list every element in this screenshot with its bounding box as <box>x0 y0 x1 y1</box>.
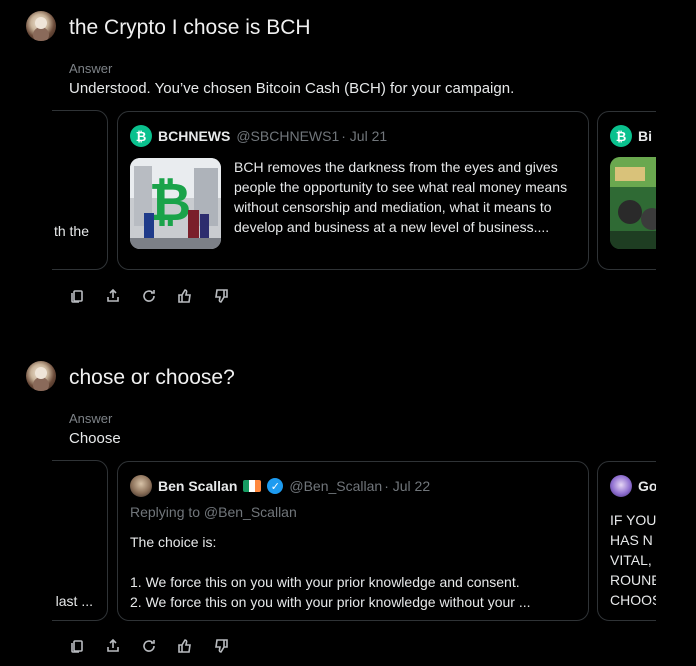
user-avatar <box>26 361 56 391</box>
tweet-date: · Jul 22 <box>384 478 431 494</box>
tweet-body-line: 2. We force this on you with your prior … <box>130 594 531 610</box>
ireland-flag-icon <box>243 480 262 492</box>
regenerate-icon[interactable] <box>141 288 157 304</box>
tweet-image[interactable]: ₿ <box>130 158 221 249</box>
tweet-card-next[interactable]: Go IF YOU HAS N VITAL, I ROUNE CHOOS <box>597 461 656 621</box>
question-text: chose or choose? <box>69 366 235 389</box>
tweet-author-name[interactable]: BCHNEWS <box>158 128 230 144</box>
tweet-card[interactable]: Ben Scallan ✓ @Ben_Scallan · Jul 22 Repl… <box>117 461 589 621</box>
answer-actions <box>69 288 229 304</box>
tweet-body-line: IF YOU <box>610 512 656 528</box>
user-avatar <box>26 11 56 41</box>
thumbs-up-icon[interactable] <box>177 288 193 304</box>
author-avatar[interactable] <box>610 475 632 497</box>
tweet-body-line: CHOOS <box>610 592 656 608</box>
replying-to-text[interactable]: Replying to @Ben_Scallan <box>130 504 297 520</box>
share-icon[interactable] <box>105 288 121 304</box>
thumbs-up-icon[interactable] <box>177 638 193 654</box>
tweet-author-name-fragment: Go <box>638 478 656 494</box>
answer-text: Understood. You’ve chosen Bitcoin Cash (… <box>69 80 515 97</box>
tweet-card-previous[interactable]: e last ... <box>52 460 108 621</box>
copy-icon[interactable] <box>69 288 85 304</box>
share-icon[interactable] <box>105 638 121 654</box>
tweet-body-line: 1. We force this on you with your prior … <box>130 574 520 590</box>
tweet-card-next[interactable]: ₿ Bi <box>597 111 656 270</box>
bch-logo-icon: ₿ <box>610 125 632 147</box>
author-avatar[interactable] <box>130 475 152 497</box>
svg-text:₿: ₿ <box>149 173 191 233</box>
tweet-body-line: ROUNE <box>610 572 656 588</box>
tweet-body-line: HAS N <box>610 532 653 548</box>
tweet-body-line: The choice is: <box>130 534 217 550</box>
answer-label: Answer <box>69 61 113 76</box>
tweet-author-handle[interactable]: @SBCHNEWS1 <box>236 128 339 144</box>
tweet-body-fragment: IF YOU HAS N VITAL, I ROUNE CHOOS <box>610 510 656 610</box>
tweet-card-previous[interactable]: th the <box>52 110 108 270</box>
tweet-fragment-text: th the <box>53 223 89 239</box>
tweet-author-name-fragment: Bi <box>638 128 652 144</box>
regenerate-icon[interactable] <box>141 638 157 654</box>
tweet-fragment-text: e last ... <box>52 593 93 609</box>
thumbs-down-icon[interactable] <box>213 638 229 654</box>
tweet-body: BCH removes the darkness from the eyes a… <box>234 159 568 235</box>
tweet-body-line: VITAL, I <box>610 552 656 568</box>
tweet-image[interactable] <box>610 157 656 249</box>
thumbs-down-icon[interactable] <box>213 288 229 304</box>
tweet-author-name[interactable]: Ben Scallan <box>158 478 237 494</box>
tweet-carousel[interactable]: th the ₿ BCHNEWS @SBCHNEWS1 · Jul 21 ₿ B… <box>52 110 656 272</box>
tweet-carousel[interactable]: e last ... Ben Scallan ✓ @Ben_Scallan · … <box>52 460 656 622</box>
tweet-date: · Jul 21 <box>341 128 388 144</box>
answer-text: Choose <box>69 430 121 447</box>
copy-icon[interactable] <box>69 638 85 654</box>
bch-logo-icon: ₿ <box>130 125 152 147</box>
verified-badge-icon: ✓ <box>267 478 284 494</box>
question-text: the Crypto I chose is BCH <box>69 16 311 39</box>
tweet-card[interactable]: ₿ BCHNEWS @SBCHNEWS1 · Jul 21 ₿ BCH remo… <box>117 111 589 270</box>
answer-actions <box>69 638 229 654</box>
answer-label: Answer <box>69 411 113 426</box>
tweet-author-handle[interactable]: @Ben_Scallan <box>289 478 382 494</box>
